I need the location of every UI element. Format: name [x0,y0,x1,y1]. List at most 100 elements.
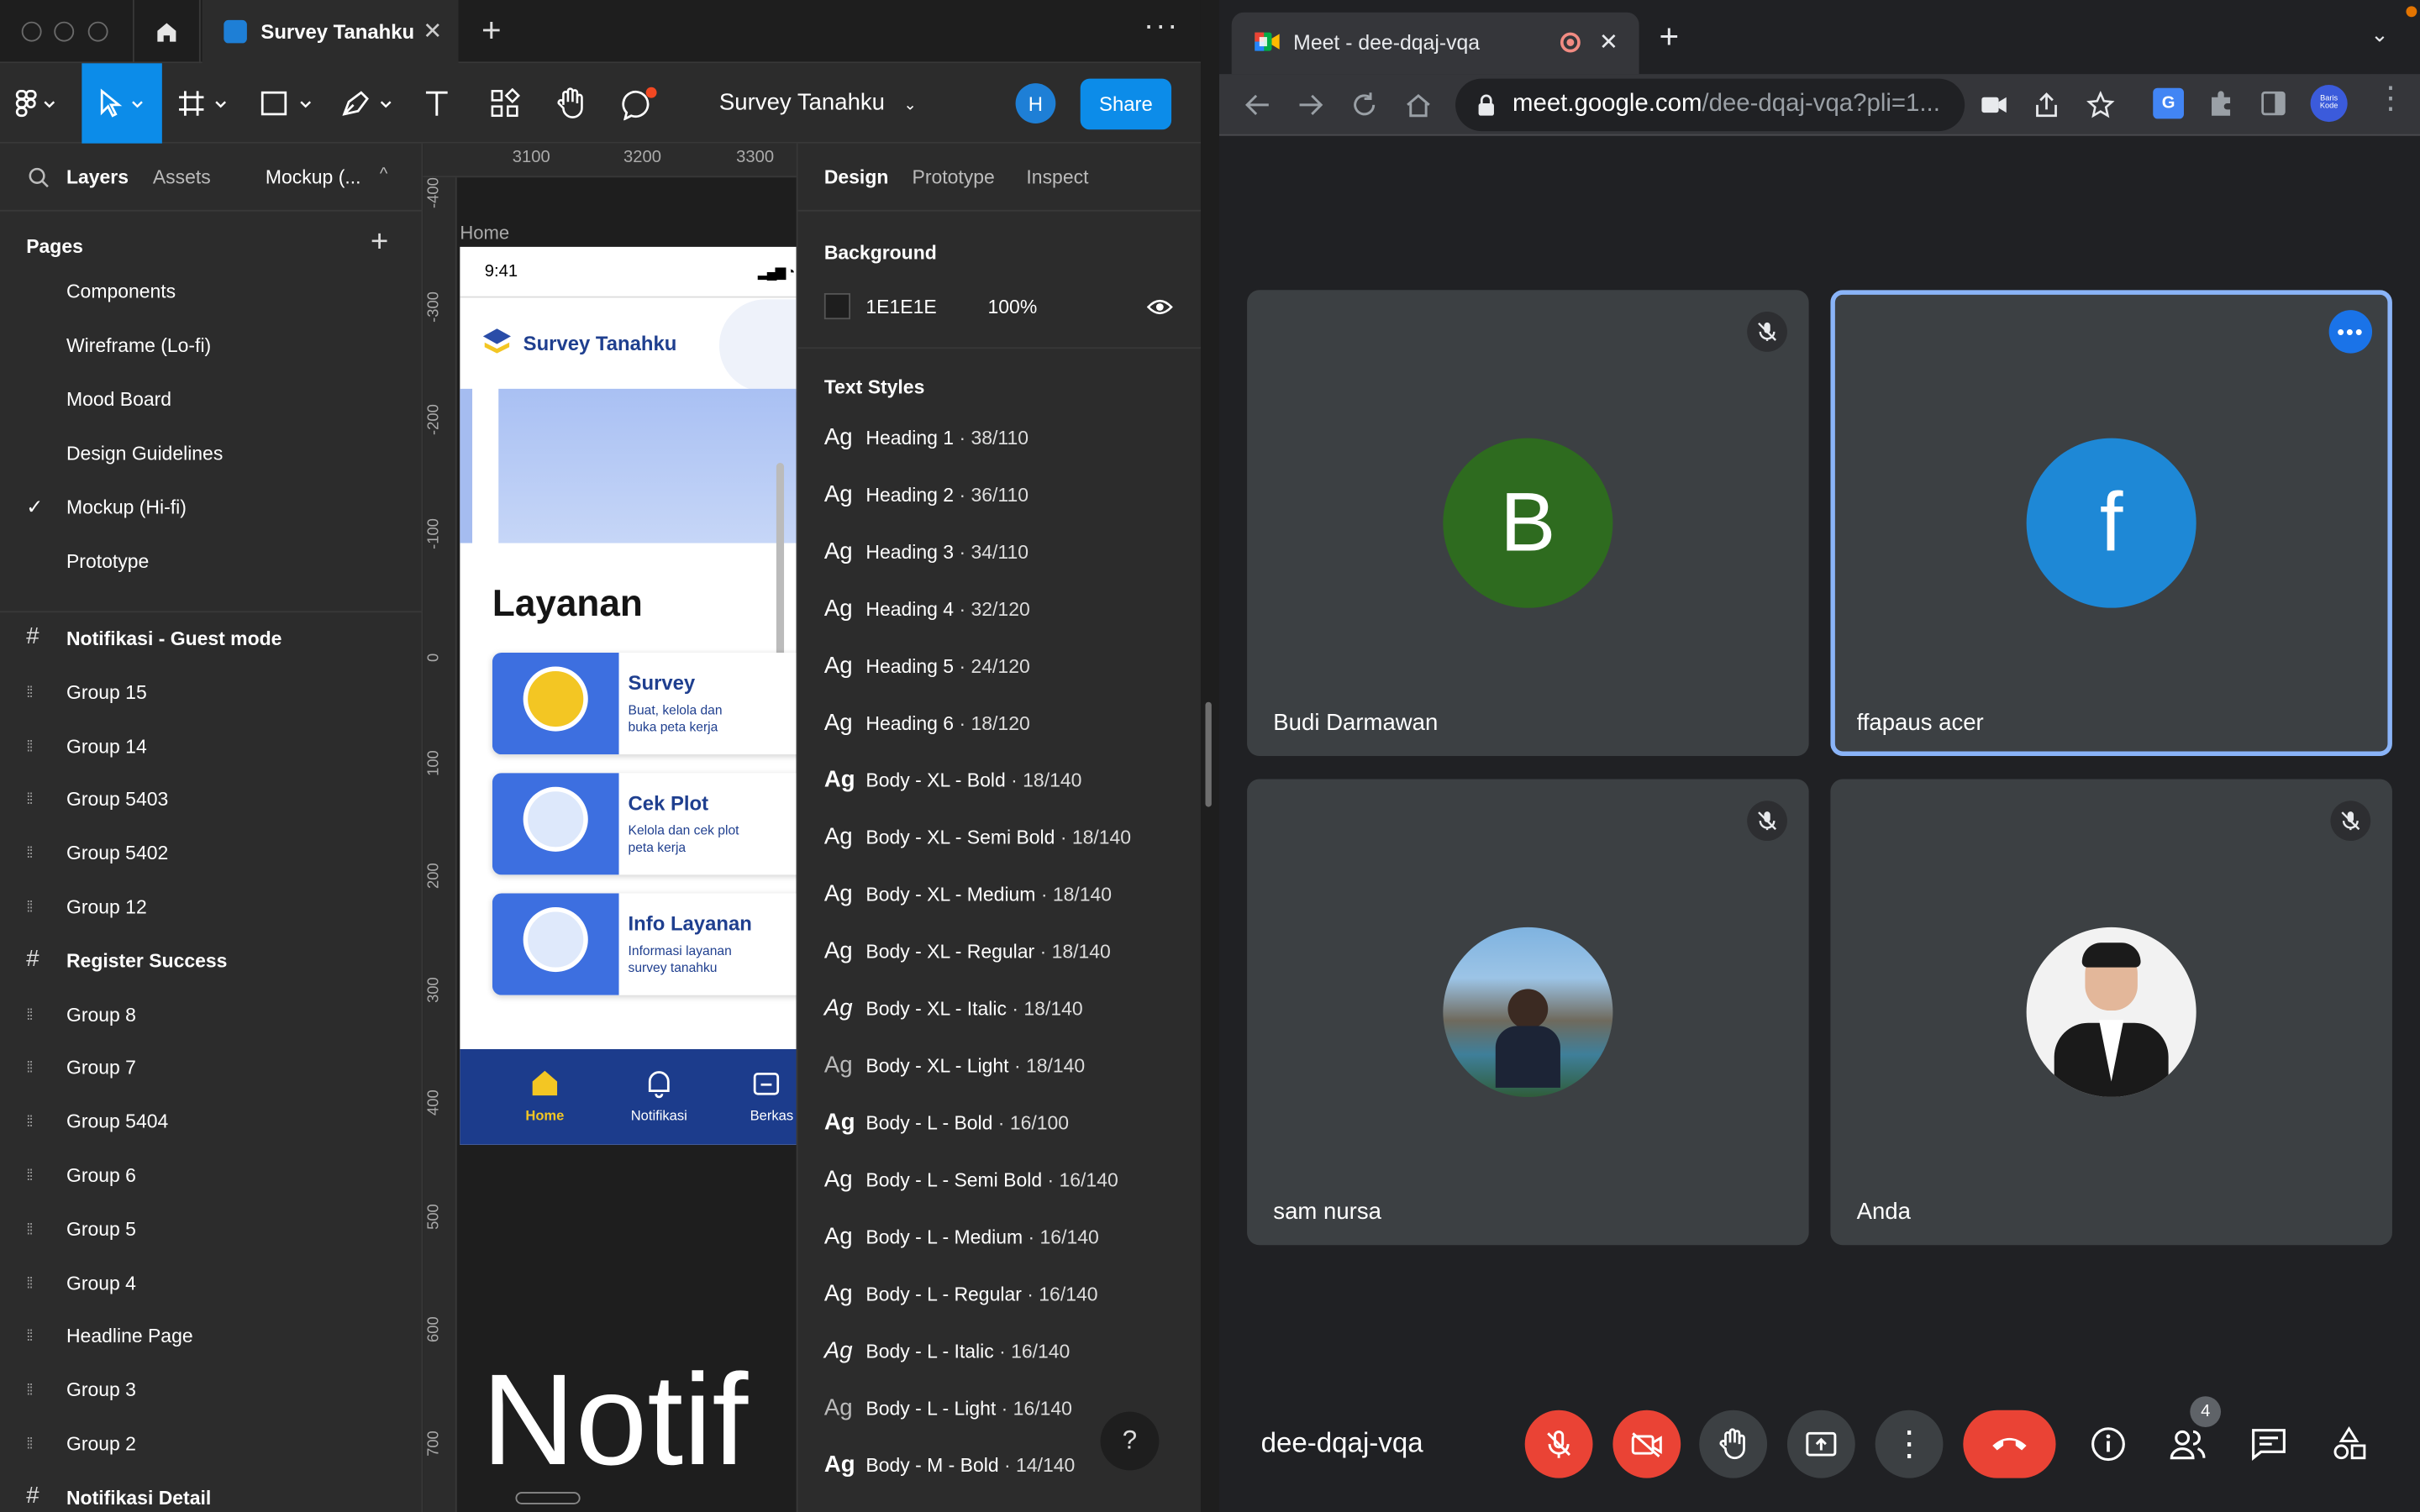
move-tool-button[interactable] [82,63,162,144]
design-canvas[interactable]: 3100 3200 3300 -400 -300 -200 -100 0 100 200 30… [423,143,797,1512]
page-item[interactable]: Mood Board [0,375,421,428]
nav-home[interactable]: Home [514,1068,576,1123]
home-frame[interactable]: 9:41 ▂▄▆ ◔ Survey Tanahku Layanan Survey… [460,246,797,1145]
close-tab-icon[interactable]: ✕ [1599,28,1618,55]
text-style-item[interactable]: Ag Heading 4 · 32/120 [824,583,1195,640]
new-tab-icon[interactable]: + [1659,17,1679,57]
meet-tab[interactable]: Meet - dee-dqaj-vqa ✕ [1231,12,1639,75]
new-tab-icon[interactable]: + [481,11,502,51]
lock-icon[interactable] [1477,94,1496,116]
tab-inspect[interactable]: Inspect [1026,166,1088,188]
add-page-icon[interactable]: + [371,225,388,260]
page-item[interactable]: Prototype [0,537,421,591]
resources-tool-button[interactable] [481,63,528,144]
bookmark-star-icon[interactable] [2086,91,2115,118]
layer-item[interactable]: ⁞⁞ Group 12 [0,883,421,937]
layer-item[interactable]: ⁞⁞ Group 5402 [0,829,421,883]
text-style-item[interactable]: Ag Body - XL - Light · 18/140 [824,1040,1195,1097]
mic-toggle-button[interactable] [1524,1410,1593,1478]
text-tool-button[interactable] [413,63,460,144]
layer-item[interactable]: # Notifikasi Detail [0,1473,421,1512]
chat-button[interactable] [2245,1421,2291,1467]
participant-tile[interactable]: B Budi Darmawan [1247,290,1809,757]
text-style-item[interactable]: Ag Body - XL - Semi Bold · 18/140 [824,811,1195,869]
home-tab-button[interactable] [132,0,201,64]
participant-tile[interactable]: sam nursa [1247,779,1809,1246]
text-style-item[interactable]: Ag Body - XL - Bold · 18/140 [824,754,1195,811]
text-style-item[interactable]: Ag Body - L - Bold · 16/100 [824,1097,1195,1154]
raise-hand-button[interactable] [1699,1410,1768,1478]
frame-tool-button[interactable] [173,63,241,144]
page-item[interactable]: Components [0,267,421,321]
people-button[interactable] [2165,1421,2212,1467]
tab-search-icon[interactable]: ⌄ [2370,22,2389,48]
layer-item[interactable]: # Register Success [0,937,421,990]
notifikasi-heading-preview[interactable]: Notif [481,1355,748,1484]
eye-icon[interactable] [1146,297,1173,316]
layer-item[interactable]: ⁞⁞ Group 4 [0,1258,421,1312]
search-icon[interactable] [28,166,50,188]
text-style-item[interactable]: Ag Body - XL - Italic · 18/140 [824,983,1195,1040]
layer-item[interactable]: ⁞⁞ Group 2 [0,1420,421,1473]
layer-item[interactable]: ⁞⁞ Group 5 [0,1205,421,1258]
layer-item[interactable]: ⁞⁞ Group 5403 [0,775,421,829]
user-avatar[interactable]: H [1015,83,1056,123]
text-style-item[interactable]: Ag Heading 1 · 38/110 [824,412,1195,469]
more-options-button[interactable]: ⋮ [1875,1410,1944,1478]
current-page-selector[interactable]: Mockup (... [266,166,361,188]
text-style-item[interactable]: Ag Body - XL - Regular · 18/140 [824,926,1195,983]
background-opacity[interactable]: 100% [988,297,1038,318]
participant-tile[interactable]: f ffapaus acer ••• [1830,290,2392,757]
pen-tool-button[interactable] [334,63,404,144]
forward-icon[interactable] [1297,91,1324,118]
text-style-item[interactable]: Ag Body - L - Regular · 16/140 [824,1268,1195,1326]
main-menu-button[interactable] [0,63,74,144]
text-style-item[interactable]: Ag Body - L - Semi Bold · 16/140 [824,1154,1195,1211]
help-button[interactable]: ? [1100,1411,1160,1471]
window-minimize-dot[interactable] [54,21,75,42]
service-card[interactable]: Cek Plot Kelola dan cek plot peta kerja [492,773,797,875]
text-style-item[interactable]: Ag Body - L - Italic · 16/140 [824,1326,1195,1383]
page-item[interactable]: Design Guidelines [0,429,421,483]
share-button[interactable]: Share [1080,78,1172,130]
tab-assets[interactable]: Assets [153,166,211,188]
nav-notifikasi[interactable]: Notifikasi [623,1068,694,1123]
leave-call-button[interactable] [1963,1410,2056,1478]
layer-item[interactable]: ⁞⁞ Group 8 [0,990,421,1043]
layer-item[interactable]: ⁞⁞ Group 14 [0,722,421,775]
layer-item[interactable]: ⁞⁞ Group 7 [0,1043,421,1097]
window-close-dot[interactable] [21,21,42,42]
layer-item[interactable]: ⁞⁞ Headline Page [0,1312,421,1366]
more-menu-icon[interactable]: ··· [1144,9,1179,45]
tab-design[interactable]: Design [824,166,889,188]
profile-avatar[interactable]: Baris Kode [2310,85,2348,123]
page-item[interactable]: Wireframe (Lo-fi) [0,321,421,375]
layer-item[interactable]: ⁞⁞ Group 15 [0,668,421,722]
camera-blocked-icon[interactable] [1981,94,2008,116]
activities-button[interactable] [2326,1421,2372,1467]
split-view-divider[interactable] [1200,0,1220,1512]
hand-tool-button[interactable] [548,63,594,144]
camera-toggle-button[interactable] [1612,1410,1681,1478]
service-card[interactable]: Info Layanan Informasi layanan survey tan… [492,893,797,995]
frame-label[interactable]: Home [460,222,509,244]
translate-extension-icon[interactable]: G [2153,87,2184,119]
chevron-up-icon[interactable]: ^ [380,165,387,184]
background-hex[interactable]: 1E1E1E [865,297,936,318]
side-panel-icon[interactable] [2260,90,2287,118]
tab-prototype[interactable]: Prototype [913,166,995,188]
tab-layers[interactable]: Layers [66,166,129,188]
nav-berkas[interactable]: Berkas [750,1068,797,1123]
service-card[interactable]: Survey Buat, kelola dan buka peta kerja [492,652,797,755]
comment-tool-button[interactable] [614,63,664,144]
text-style-item[interactable]: Ag Heading 6 · 18/120 [824,697,1195,754]
window-maximize-dot[interactable] [87,21,108,42]
background-color-swatch[interactable] [823,292,851,320]
present-screen-button[interactable] [1786,1410,1855,1478]
text-style-item[interactable]: Ag Body - L - Medium · 16/140 [824,1211,1195,1268]
divider-handle[interactable] [1205,701,1212,807]
file-title-menu[interactable]: Survey Tanahku ⌄ [719,90,917,116]
meeting-details-button[interactable] [2085,1421,2131,1467]
figma-file-tab[interactable]: Survey Tanahku ✕ [202,0,459,64]
close-tab-icon[interactable]: ✕ [423,17,442,45]
